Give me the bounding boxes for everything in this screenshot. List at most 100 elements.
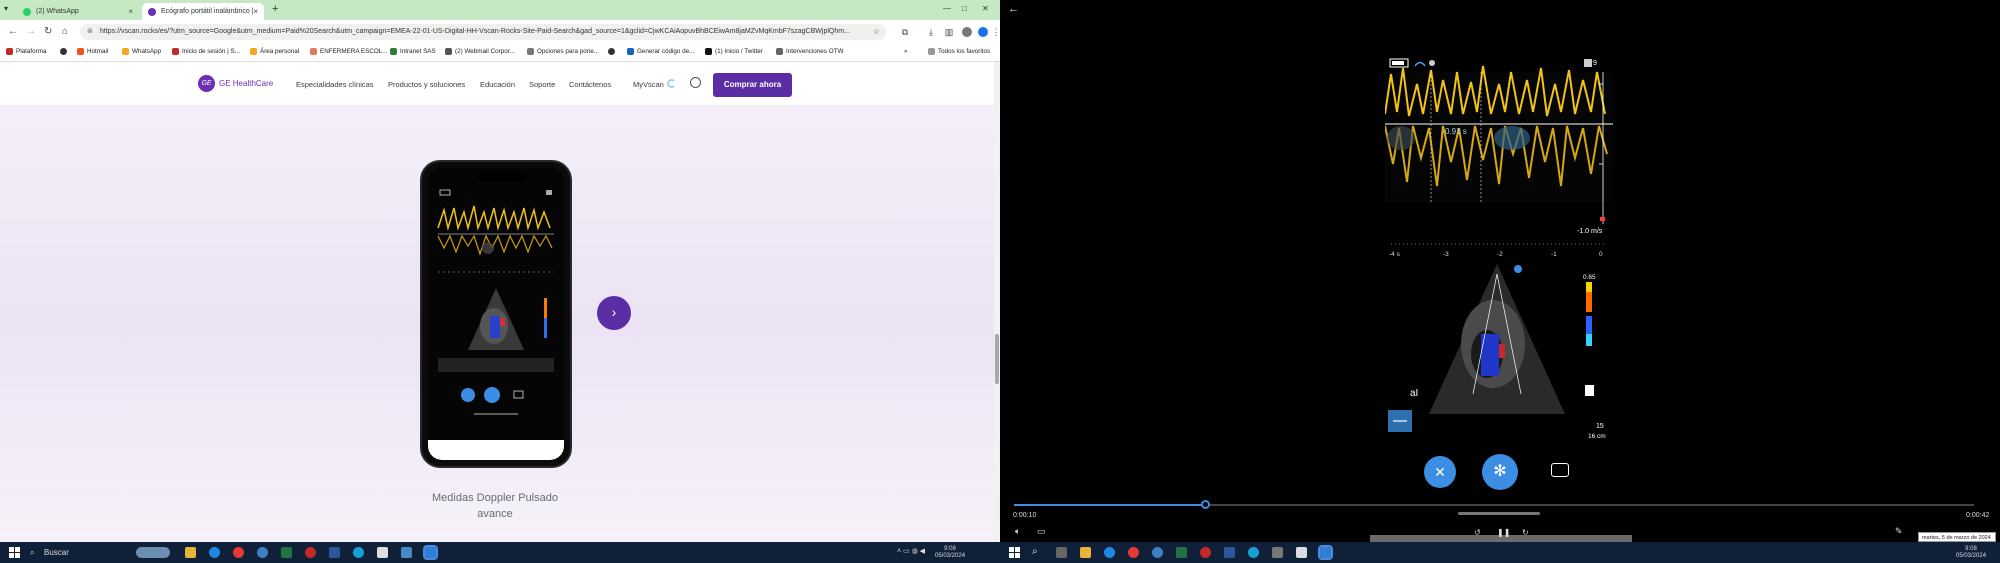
- bookmark-item[interactable]: (1) Inicio / Twitter: [705, 48, 763, 55]
- nav-especialidades[interactable]: Especialidades clínicas: [296, 80, 374, 89]
- bookmark-item[interactable]: Inicio de sesión | S...: [172, 48, 240, 55]
- edge-icon[interactable]: [1104, 547, 1115, 558]
- nav-myvscan[interactable]: MyVscan: [633, 80, 664, 89]
- scroll-thumb[interactable]: [995, 334, 999, 384]
- ge-favicon-icon: [148, 7, 156, 16]
- app-icon[interactable]: [257, 547, 268, 558]
- app-icon[interactable]: [1152, 547, 1163, 558]
- next-slide-button[interactable]: ›: [597, 296, 631, 330]
- maximize-icon[interactable]: □: [962, 4, 967, 13]
- buy-now-button[interactable]: Comprar ahora: [713, 73, 792, 97]
- extensions-icon[interactable]: ⧉: [900, 27, 910, 37]
- bookmark-item[interactable]: Generar código de...: [627, 48, 694, 55]
- word-icon[interactable]: [1224, 547, 1235, 558]
- excel-icon[interactable]: [281, 547, 292, 558]
- ge-logo-icon[interactable]: GE: [198, 75, 215, 92]
- bookmarks-overflow-icon[interactable]: »: [904, 48, 908, 55]
- edit-pencil-icon[interactable]: ✎: [1895, 526, 1903, 537]
- minimize-icon[interactable]: —: [943, 4, 951, 13]
- word-icon[interactable]: [329, 547, 340, 558]
- edge-icon[interactable]: [209, 547, 220, 558]
- edge-icon[interactable]: [353, 547, 364, 558]
- time-tick: -3: [1443, 251, 1449, 258]
- nav-contactenos[interactable]: Contáctenos: [569, 80, 611, 89]
- excel-icon[interactable]: [1176, 547, 1187, 558]
- photos-icon[interactable]: [423, 545, 438, 560]
- file-explorer-icon[interactable]: [1080, 547, 1091, 558]
- task-view-icon[interactable]: [1056, 547, 1067, 558]
- bookmark-item[interactable]: (2) Webmail Corpor...: [445, 48, 515, 55]
- bookmark-item[interactable]: Opciones para pone...: [527, 48, 599, 55]
- freeze-snowflake-icon: ✻: [1482, 454, 1518, 490]
- nav-soporte[interactable]: Soporte: [529, 80, 555, 89]
- search-icon[interactable]: ⌕: [1032, 546, 1038, 557]
- close-tab-icon[interactable]: ×: [253, 7, 258, 16]
- sidebar-icon[interactable]: ▥: [944, 27, 954, 37]
- app-icon[interactable]: [1272, 547, 1283, 558]
- bookmark-favicon-icon: [776, 48, 783, 55]
- clock[interactable]: 9:08 05/03/2024: [1956, 546, 1986, 560]
- bookmark-item[interactable]: [608, 48, 618, 55]
- bookmark-item[interactable]: WhatsApp: [122, 48, 161, 55]
- app-icon[interactable]: [1296, 547, 1307, 558]
- reload-icon[interactable]: ↻: [44, 26, 52, 37]
- clock-time: 9:08: [1965, 546, 1977, 552]
- back-icon[interactable]: ←: [8, 26, 18, 37]
- bookmarks-bar: Plataforma Hotmail WhatsApp Inicio de se…: [0, 44, 1000, 62]
- bookmark-item[interactable]: Intranet SAS: [390, 48, 436, 55]
- bookmark-item[interactable]: Hotmail: [77, 48, 108, 55]
- weather-widget-icon[interactable]: [136, 547, 170, 558]
- forward-icon[interactable]: →: [26, 26, 36, 37]
- bookmark-item[interactable]: [60, 48, 70, 55]
- video-timeline[interactable]: [1014, 500, 1974, 509]
- close-tab-icon[interactable]: ×: [128, 7, 133, 16]
- nav-educacion[interactable]: Educación: [480, 80, 515, 89]
- home-icon[interactable]: ⌂: [62, 26, 68, 37]
- file-explorer-icon[interactable]: [185, 547, 196, 558]
- bookmark-favicon-icon: [390, 48, 397, 55]
- captions-icon[interactable]: ▭: [1037, 526, 1046, 537]
- close-window-icon[interactable]: ✕: [982, 4, 989, 13]
- bookmark-item[interactable]: Plataforma: [6, 48, 46, 55]
- profile-badge-icon[interactable]: [978, 27, 988, 37]
- volume-icon[interactable]: 🔈︎: [1015, 526, 1020, 537]
- clock[interactable]: 9:08 05/03/2024: [935, 546, 965, 560]
- tab-whatsapp[interactable]: (2) WhatsApp ×: [17, 3, 139, 20]
- bookmark-item[interactable]: ENFERMERA ESCOL...: [310, 48, 388, 55]
- bookmark-item[interactable]: Intervenciones OTW: [776, 48, 843, 55]
- time-tick: 0: [1599, 251, 1603, 258]
- chrome-icon[interactable]: [233, 547, 244, 558]
- edge-icon[interactable]: [1248, 547, 1259, 558]
- forward-30-icon[interactable]: ↻: [1522, 528, 1529, 537]
- bookmark-item[interactable]: Área personal: [250, 48, 299, 55]
- phone-mockup: [420, 160, 572, 468]
- rewind-10-icon[interactable]: ↺: [1474, 528, 1481, 537]
- tab-list-dropdown-icon[interactable]: ▾: [4, 4, 8, 13]
- address-bar[interactable]: ⊜ https://vscan.rocks/es/?utm_source=Goo…: [80, 24, 886, 40]
- clock-date: 05/03/2024: [1956, 553, 1987, 559]
- chrome-icon[interactable]: [1128, 547, 1139, 558]
- app-icon[interactable]: [1200, 547, 1211, 558]
- language-globe-icon[interactable]: [690, 77, 701, 88]
- back-arrow-icon[interactable]: ←: [1008, 3, 1019, 15]
- windows-start-icon[interactable]: [9, 547, 20, 558]
- timeline-scrubber[interactable]: [1201, 500, 1210, 509]
- profile-avatar-icon[interactable]: [962, 27, 972, 37]
- system-tray-icons[interactable]: ˄ ▭ ◍ ◀: [897, 547, 925, 555]
- photos-icon[interactable]: [1318, 545, 1333, 560]
- pause-icon[interactable]: ❚❚: [1497, 528, 1510, 537]
- bookmark-star-icon[interactable]: ☆: [873, 24, 880, 40]
- app-icon[interactable]: [377, 547, 388, 558]
- site-info-icon[interactable]: ⊜: [87, 24, 93, 40]
- brand-name[interactable]: GE HealthCare: [219, 79, 273, 88]
- all-favorites-folder[interactable]: Todos los favoritos: [928, 48, 990, 55]
- downloads-icon[interactable]: ⤓: [926, 27, 936, 37]
- new-tab-button[interactable]: +: [272, 3, 278, 15]
- app-icon[interactable]: [401, 547, 412, 558]
- menu-kebab-icon[interactable]: ⋮: [991, 27, 1001, 37]
- taskbar-search[interactable]: ⌕ Buscar: [24, 546, 134, 559]
- windows-start-icon[interactable]: [1009, 547, 1020, 558]
- tab-vscan[interactable]: Ecógrafo portátil inalámbrico | ×: [142, 3, 264, 20]
- app-icon[interactable]: [305, 547, 316, 558]
- nav-productos[interactable]: Productos y soluciones: [388, 80, 465, 89]
